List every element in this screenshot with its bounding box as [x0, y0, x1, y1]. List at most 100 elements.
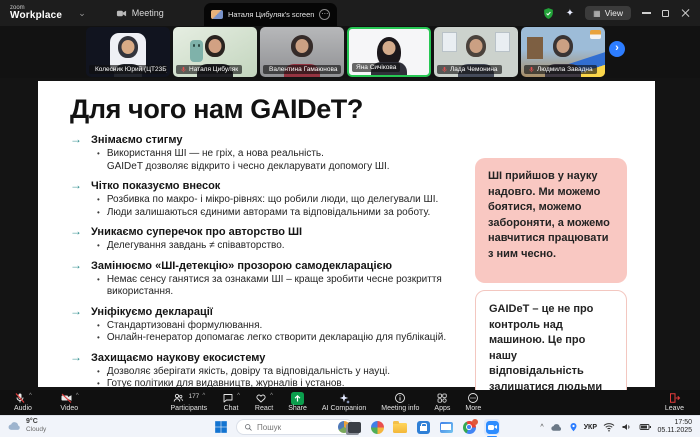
bullet-text: Онлайн-генератор допомагає легко створит…: [107, 332, 446, 345]
audio-button[interactable]: ^ Audio: [14, 392, 32, 413]
taskbar-app-mail[interactable]: [438, 419, 454, 435]
participant-name-pill: Лада Чемонина: [437, 65, 502, 74]
participant-name: Яна Сичікова: [356, 64, 396, 71]
chevron-up-icon[interactable]: ^: [76, 392, 79, 400]
bullet-dot-icon: •: [97, 332, 100, 345]
minimize-icon[interactable]: [642, 12, 651, 14]
participants-button[interactable]: 177 ^ Participants: [171, 392, 208, 413]
camera-off-icon: [60, 392, 73, 404]
bullet-dot-icon: •: [97, 378, 100, 391]
weather-widget[interactable]: 9°C Cloudy: [7, 418, 46, 433]
more-button[interactable]: More: [465, 392, 481, 413]
apps-icon: [436, 392, 448, 404]
ai-companion-button[interactable]: AI Companion: [322, 392, 366, 413]
taskbar-search[interactable]: [236, 419, 354, 435]
section-heading: Захищаємо наукову екосистему: [91, 352, 265, 365]
bullet-text: Немає сенсу ганятися за ознаками ШІ – кр…: [107, 274, 466, 299]
chevron-up-icon[interactable]: ^: [270, 392, 273, 400]
taskbar-app-explorer[interactable]: [392, 419, 408, 435]
windows-start-button[interactable]: [214, 420, 228, 434]
slide-section: → Замінюємо «ШІ-детекцію» прозорою самод…: [70, 258, 466, 299]
arrow-bullet-icon: →: [70, 258, 82, 272]
react-button[interactable]: ^ React: [255, 392, 273, 413]
bullet-dot-icon: •: [97, 320, 100, 333]
mic-off-icon: [441, 66, 448, 73]
taskbar-app-photos[interactable]: [369, 419, 385, 435]
share-label: Share: [288, 405, 307, 413]
taskbar-clock[interactable]: 17:50 05.11.2025: [657, 419, 692, 436]
ai-sparkle-icon: [338, 392, 351, 405]
leave-button[interactable]: Leave: [665, 392, 684, 413]
battery-icon[interactable]: [639, 422, 652, 432]
next-participants-button[interactable]: ›: [609, 41, 625, 57]
participant-tile-zavadna[interactable]: Людмила Завадна: [521, 27, 605, 77]
bullet-dot-icon: •: [97, 194, 100, 207]
chrome-badge-dot: [472, 419, 478, 425]
audio-label: Audio: [14, 405, 32, 413]
participant-name-pill: Яна Сичікова: [352, 63, 400, 72]
bullet-dot-icon: •: [97, 240, 100, 253]
participant-tile-chemonyna[interactable]: Лада Чемонина: [434, 27, 518, 77]
ai-sparkle-icon[interactable]: ✦: [566, 8, 574, 19]
apps-button[interactable]: Apps: [434, 392, 450, 413]
bullet-text: Делегування завдань ≠ співавторство.: [107, 240, 285, 253]
arrow-bullet-icon: →: [70, 350, 82, 364]
view-button[interactable]: ▦ View: [585, 6, 631, 20]
participants-count: 177: [188, 393, 199, 401]
meeting-toolbar: ^ Audio ^ Video 177 ^ Participants: [0, 390, 700, 415]
meeting-info-label: Meeting info: [381, 405, 419, 413]
participant-name: Людмила Завадна: [537, 66, 593, 73]
close-icon[interactable]: [680, 8, 690, 18]
mic-off-icon: [180, 66, 187, 73]
chevron-down-icon[interactable]: ⌄: [78, 8, 86, 19]
language-indicator[interactable]: УКР: [584, 424, 597, 431]
bullet-dot-icon: •: [97, 366, 100, 379]
security-shield-icon[interactable]: [542, 7, 555, 20]
share-button[interactable]: Share: [288, 392, 307, 413]
slide-section: → Знімаємо стигму •Використання ШІ — не …: [70, 132, 466, 173]
participant-tile-kolesnyk[interactable]: Колесник Юрий (ЦТ23Б): [86, 27, 170, 77]
video-label: Video: [60, 405, 78, 413]
bullet-text: Готує політики для видавництв, журналів …: [107, 378, 345, 391]
taskbar-app-store[interactable]: [415, 419, 431, 435]
taskview-icon: [348, 422, 361, 433]
weather-condition: Cloudy: [26, 426, 46, 433]
system-tray: ^ УКР: [540, 416, 652, 437]
slide-section: → Захищаємо наукову екосистему •Дозволяє…: [70, 350, 466, 391]
taskbar-app-chrome[interactable]: [461, 419, 477, 435]
wifi-icon[interactable]: [603, 422, 615, 432]
tab-shared-screen[interactable]: Наталя Цибуляк's screen ⋯: [204, 3, 337, 26]
participant-name-pill: Наталя Цибуляк: [176, 65, 242, 74]
chrome-icon: [463, 421, 476, 434]
mic-off-icon: [528, 66, 535, 73]
presentation-slide: Для чого нам GAIDeT? → Знімаємо стигму •…: [38, 81, 655, 387]
heart-icon: [255, 392, 267, 404]
participant-name: Лада Чемонина: [450, 66, 498, 73]
tab-options-icon[interactable]: ⋯: [319, 9, 330, 20]
zoom-meeting-window: zoom Workplace ⌄ Meeting Наталя Цибуляк'…: [0, 0, 700, 437]
chevron-up-icon[interactable]: ^: [237, 392, 240, 400]
taskbar-app-taskview[interactable]: [346, 419, 362, 435]
participant-tile-sychikova-active-speaker[interactable]: Яна Сичікова: [347, 27, 431, 77]
meeting-info-button[interactable]: Meeting info: [381, 392, 419, 413]
participant-tile-tsybuliak[interactable]: Наталя Цибуляк: [173, 27, 257, 77]
chat-button[interactable]: ^ Chat: [222, 392, 240, 413]
view-label: View: [605, 8, 623, 18]
participant-tile-hamaiunova[interactable]: Валентина Гамаюнова: [260, 27, 344, 77]
maximize-icon[interactable]: [662, 10, 669, 17]
taskbar-app-zoom-active[interactable]: [484, 419, 500, 435]
volume-icon[interactable]: [621, 422, 633, 432]
photos-icon: [371, 421, 384, 434]
tray-time: 17:50: [657, 419, 692, 427]
titlebar: zoom Workplace ⌄ Meeting Наталя Цибуляк'…: [0, 0, 700, 26]
onedrive-cloud-icon[interactable]: [550, 422, 563, 432]
tray-chevron-up-icon[interactable]: ^: [540, 424, 543, 431]
video-button[interactable]: ^ Video: [60, 392, 79, 413]
share-screen-icon: [291, 392, 304, 405]
location-pin-icon[interactable]: [569, 422, 578, 433]
chevron-up-icon[interactable]: ^: [202, 392, 205, 400]
arrow-bullet-icon: →: [70, 178, 82, 192]
chevron-up-icon[interactable]: ^: [29, 392, 32, 400]
search-input[interactable]: [257, 423, 329, 432]
tab-meeting[interactable]: Meeting: [116, 8, 164, 19]
